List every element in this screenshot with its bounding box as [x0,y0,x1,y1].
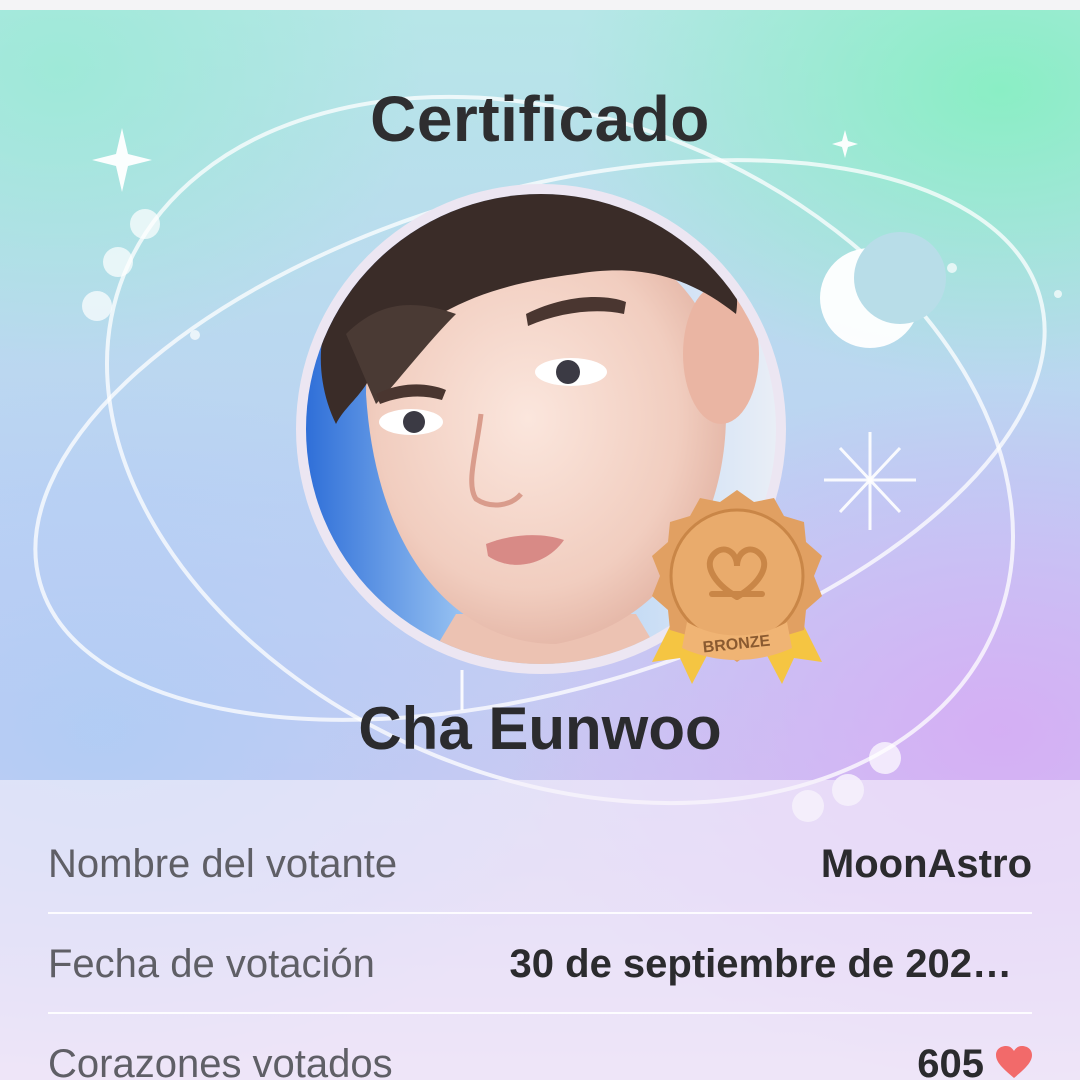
hearts-row: Corazones votados 605 [48,1012,1032,1080]
date-label: Fecha de votación [48,942,375,986]
certificate-title: Certificado [370,83,710,155]
artist-name: Cha Eunwoo [358,695,722,762]
hearts-label: Corazones votados [48,1042,393,1080]
heart-icon [996,1046,1032,1078]
moon-icon [820,232,946,348]
date-row: Fecha de votación 30 de septiembre de 20… [48,912,1032,1014]
hearts-value: 605 [917,1042,984,1080]
voter-value: MoonAstro [820,842,1032,886]
voter-row: Nombre del votante MoonAstro [48,812,1032,914]
voter-label: Nombre del votante [48,842,398,886]
date-value: 30 de septiembre de 202… [509,942,1012,986]
top-status-strip [0,0,1080,10]
bronze-badge: BRONZE [652,490,822,684]
